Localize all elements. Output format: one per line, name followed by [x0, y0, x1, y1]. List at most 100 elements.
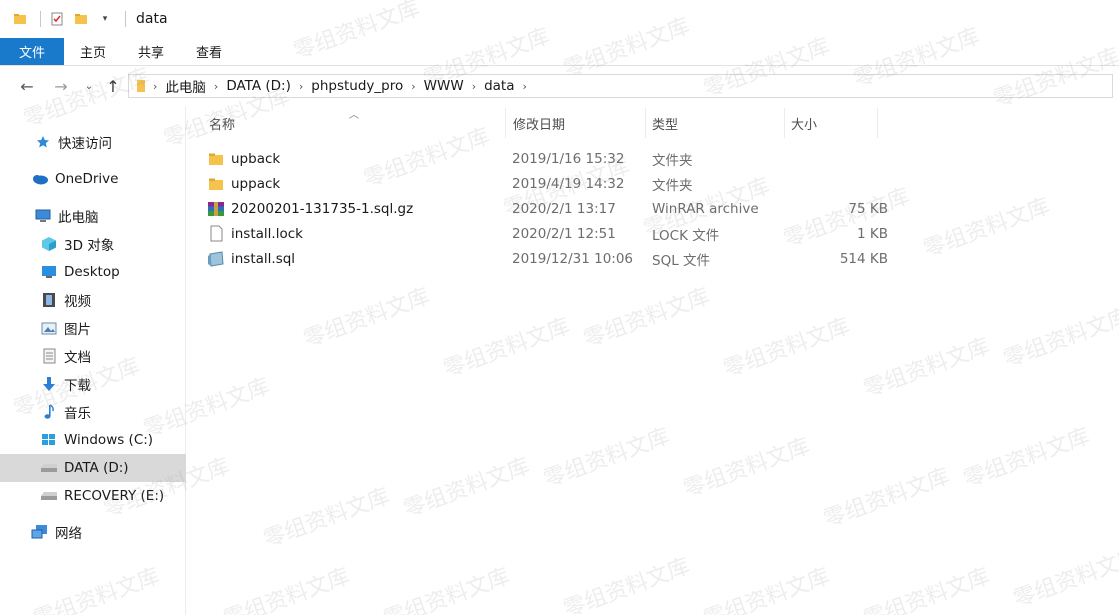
column-divider[interactable] [505, 108, 506, 138]
forward-arrow-icon[interactable]: → [50, 75, 72, 97]
network-icon [31, 524, 49, 540]
breadcrumb-chevron-icon[interactable]: › [523, 80, 527, 93]
sidebar-item-downloads[interactable]: 下载 [0, 370, 186, 398]
file-name: uppack [231, 175, 281, 192]
desktop-icon [40, 264, 58, 280]
sidebar-item-this-pc[interactable]: 此电脑 [0, 202, 186, 230]
breadcrumb-phpstudy[interactable]: phpstudy_pro [311, 78, 403, 94]
column-divider[interactable] [784, 108, 785, 138]
file-row-install-lock[interactable]: install.lock 2020/2/1 12:51 LOCK 文件 1 KB [207, 221, 888, 246]
navigation-pane: 快速访问 OneDrive 此电脑 3D 对象 Desktop 视频 图片 文档… [0, 106, 186, 615]
file-row-uppack[interactable]: uppack 2019/4/19 14:32 文件夹 [207, 171, 887, 196]
new-folder-icon[interactable] [73, 11, 89, 27]
column-header-type[interactable]: 类型 [652, 106, 678, 140]
quick-access-toolbar: ▾ [0, 0, 134, 38]
file-icon [207, 225, 225, 243]
drive-icon [40, 460, 58, 476]
file-size: 514 KB [839, 250, 888, 267]
document-icon [40, 348, 58, 364]
file-type: LOCK 文件 [652, 227, 720, 244]
sidebar-item-label: DATA (D:) [64, 460, 129, 476]
breadcrumb-chevron-icon[interactable]: › [472, 80, 476, 93]
sql-file-icon [207, 250, 225, 268]
sidebar-item-label: Desktop [64, 264, 120, 280]
sidebar-item-network[interactable]: 网络 [0, 518, 186, 546]
picture-icon [40, 320, 58, 336]
sidebar-item-onedrive[interactable]: OneDrive [0, 165, 186, 193]
sidebar-item-label: 快速访问 [58, 136, 112, 152]
sidebar-item-label: 下载 [64, 378, 91, 394]
sidebar-item-documents[interactable]: 文档 [0, 342, 186, 370]
sidebar-item-label: 文档 [64, 350, 91, 366]
recent-locations-chevron-icon[interactable]: ⌄ [78, 75, 100, 97]
breadcrumb-www[interactable]: WWW [424, 78, 464, 94]
breadcrumb-chevron-icon[interactable]: › [153, 80, 157, 93]
file-name: install.sql [231, 250, 296, 267]
customize-toolbar-dropdown-icon[interactable]: ▾ [97, 11, 113, 27]
back-arrow-icon[interactable]: ← [16, 75, 38, 97]
file-type: SQL 文件 [652, 252, 711, 269]
cube-icon [40, 236, 58, 252]
file-row-install-sql[interactable]: install.sql 2019/12/31 10:06 SQL 文件 514 … [207, 246, 888, 271]
sidebar-item-label: 3D 对象 [64, 238, 115, 254]
video-icon [40, 292, 58, 308]
sidebar-item-3d-objects[interactable]: 3D 对象 [0, 230, 186, 258]
breadcrumb-this-pc[interactable]: 此电脑 [165, 76, 206, 96]
sidebar-item-desktop[interactable]: Desktop [0, 258, 186, 286]
download-icon [40, 376, 58, 392]
sidebar-item-data-d[interactable]: DATA (D:) [0, 454, 186, 482]
sidebar-item-windows-c[interactable]: Windows (C:) [0, 426, 186, 454]
file-date: 2019/1/16 15:32 [512, 150, 625, 167]
music-icon [40, 404, 58, 420]
tab-home[interactable]: 主页 [64, 38, 122, 65]
file-row-sql-gz[interactable]: 20200201-131735-1.sql.gz 2020/2/1 13:17 … [207, 196, 888, 221]
tab-view[interactable]: 查看 [180, 38, 238, 65]
breadcrumb-data[interactable]: data [484, 78, 514, 94]
computer-icon [34, 208, 52, 224]
tab-share[interactable]: 共享 [122, 38, 180, 65]
breadcrumb-chevron-icon[interactable]: › [299, 80, 303, 93]
sidebar-item-videos[interactable]: 视频 [0, 286, 186, 314]
sidebar-item-label: 音乐 [64, 406, 91, 422]
breadcrumb-chevron-icon[interactable]: › [214, 80, 218, 93]
properties-icon[interactable] [49, 11, 65, 27]
column-header-name[interactable]: 名称 [209, 106, 235, 140]
file-name: install.lock [231, 225, 303, 242]
toolbar-divider [125, 11, 126, 27]
column-header-size[interactable]: 大小 [791, 106, 817, 140]
column-header-date[interactable]: 修改日期 [513, 106, 565, 140]
file-row-upback[interactable]: upback 2019/1/16 15:32 文件夹 [207, 146, 887, 171]
sidebar-item-recovery-e[interactable]: RECOVERY (E:) [0, 482, 186, 510]
folder-icon [207, 175, 225, 193]
file-type: WinRAR archive [652, 200, 759, 217]
sidebar-item-label: 网络 [55, 526, 82, 542]
folder-icon[interactable] [12, 11, 28, 27]
file-date: 2020/2/1 13:17 [512, 200, 616, 217]
column-divider[interactable] [645, 108, 646, 138]
sidebar-item-quick-access[interactable]: 快速访问 [0, 128, 186, 156]
file-size: 1 KB [857, 225, 888, 242]
drive-icon [40, 488, 58, 504]
address-folder-icon [135, 79, 147, 93]
sidebar-item-label: 视频 [64, 294, 91, 310]
star-icon [34, 134, 52, 150]
toolbar-divider [40, 11, 41, 27]
breadcrumb-data-drive[interactable]: DATA (D:) [226, 78, 291, 94]
file-date: 2019/4/19 14:32 [512, 175, 625, 192]
column-divider[interactable] [877, 108, 878, 138]
windows-drive-icon [40, 432, 58, 448]
folder-icon [207, 150, 225, 168]
breadcrumb-chevron-icon[interactable]: › [411, 80, 415, 93]
title-bar: ▾ data [0, 0, 1119, 38]
sidebar-item-music[interactable]: 音乐 [0, 398, 186, 426]
file-type: 文件夹 [652, 152, 693, 169]
sidebar-item-label: RECOVERY (E:) [64, 488, 165, 504]
address-bar[interactable]: › 此电脑 › DATA (D:) › phpstudy_pro › WWW ›… [128, 74, 1113, 98]
tab-file[interactable]: 文件 [0, 38, 64, 65]
up-arrow-icon[interactable]: ↑ [102, 75, 124, 97]
sidebar-item-label: OneDrive [55, 171, 119, 187]
sidebar-item-pictures[interactable]: 图片 [0, 314, 186, 342]
ribbon-tabs: 文件 主页 共享 查看 [0, 38, 1119, 66]
file-name: 20200201-131735-1.sql.gz [231, 200, 414, 217]
file-name: upback [231, 150, 281, 167]
